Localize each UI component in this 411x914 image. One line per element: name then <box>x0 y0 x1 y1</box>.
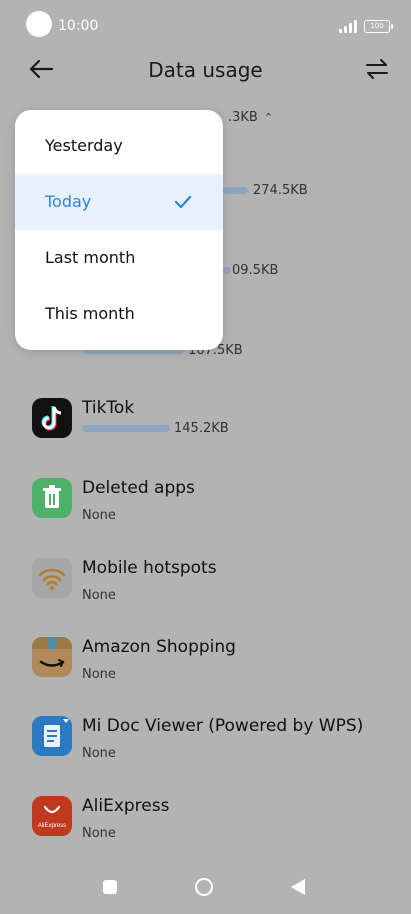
option-label: Yesterday <box>45 136 123 155</box>
app-row-deleted-apps[interactable]: Deleted apps None <box>0 478 411 538</box>
app-row-tiktok[interactable]: TikTok 145.2KB <box>0 398 411 458</box>
aliexpress-logo-text: AliExpress <box>38 823 66 829</box>
period-option-this-month[interactable]: This month <box>15 286 223 342</box>
document-icon <box>32 716 72 756</box>
camera-cutout <box>26 11 52 37</box>
app-header: Data usage <box>0 52 411 92</box>
usage-value: None <box>82 746 116 761</box>
app-name: Mi Doc Viewer (Powered by WPS) <box>82 716 364 736</box>
trash-icon <box>32 478 72 518</box>
swap-icon[interactable] <box>364 58 390 80</box>
usage-bar <box>223 267 231 274</box>
period-option-yesterday[interactable]: Yesterday <box>15 118 223 174</box>
option-label: Today <box>45 192 92 211</box>
period-option-today[interactable]: Today <box>15 174 223 230</box>
chevron-updown-icon: ⌃ <box>263 111 274 124</box>
signal-icon <box>339 19 359 33</box>
amazon-icon <box>32 637 72 677</box>
app-row-mi-doc-viewer[interactable]: Mi Doc Viewer (Powered by WPS) None <box>0 716 411 776</box>
app-row-aliexpress[interactable]: AliExpress AliExpress None <box>0 796 411 856</box>
usage-value: 274.5KB <box>253 183 308 198</box>
usage-value: 145.2KB <box>174 421 229 436</box>
option-label: Last month <box>45 248 136 267</box>
option-label: This month <box>45 304 135 323</box>
usage-value: None <box>82 826 116 841</box>
battery-level: 100 <box>370 22 384 30</box>
page-title: Data usage <box>148 58 263 82</box>
recent-apps-icon[interactable] <box>103 880 117 894</box>
period-dropdown: Yesterday Today Last month This month <box>15 110 223 350</box>
wifi-icon <box>32 558 72 598</box>
usage-value: 09.5KB <box>232 263 279 278</box>
navigation-bar <box>0 860 411 914</box>
usage-value: None <box>82 508 116 523</box>
total-usage-value: .3KB <box>228 110 258 125</box>
app-name: TikTok <box>82 398 135 418</box>
total-usage-summary[interactable]: .3KB ⌃ <box>228 110 273 125</box>
usage-value: None <box>82 667 116 682</box>
status-time: 10:00 <box>58 18 99 34</box>
checkmark-icon <box>174 195 192 209</box>
app-name: Mobile hotspots <box>82 558 217 578</box>
back-triangle-icon[interactable] <box>291 879 305 895</box>
aliexpress-icon: AliExpress <box>32 796 72 836</box>
battery-icon: 100 <box>364 20 393 33</box>
app-name: Deleted apps <box>82 478 195 498</box>
app-row-amazon-shopping[interactable]: Amazon Shopping None <box>0 637 411 697</box>
period-option-last-month[interactable]: Last month <box>15 230 223 286</box>
home-icon[interactable] <box>195 878 213 896</box>
app-name: Amazon Shopping <box>82 637 236 657</box>
usage-bar <box>223 187 248 194</box>
usage-value: None <box>82 588 116 603</box>
app-name: AliExpress <box>82 796 170 816</box>
tiktok-icon <box>32 398 72 438</box>
status-bar: 10:00 100 <box>0 0 411 52</box>
usage-bar <box>82 425 170 432</box>
app-row-mobile-hotspots[interactable]: Mobile hotspots None <box>0 558 411 618</box>
phone-screen: 10:00 100 Data usage .3KB ⌃ 274.5KB 09.5K… <box>0 0 411 914</box>
